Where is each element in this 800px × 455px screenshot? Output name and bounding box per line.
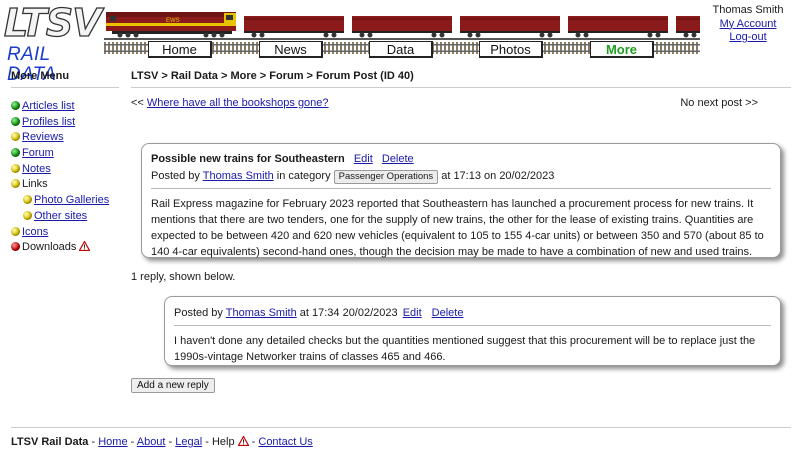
sidebar-item-icons[interactable]: Icons <box>11 225 119 241</box>
footer-separator: - <box>88 436 99 448</box>
footer-home-link[interactable]: Home <box>98 436 127 448</box>
posted-by-label: Posted by <box>151 170 203 182</box>
footer-site-name: LTSV Rail Data <box>11 436 89 448</box>
sidebar-item-notes[interactable]: Notes <box>11 162 119 178</box>
post-body: Rail Express magazine for February 2023 … <box>151 198 764 258</box>
post-title: Possible new trains for Southeastern <box>151 153 345 165</box>
sidebar-title: More Menu <box>11 68 119 88</box>
sidebar-link-reviews[interactable]: Reviews <box>22 131 64 143</box>
nav-tab-news[interactable]: News <box>259 41 323 58</box>
footer-separator: - <box>202 436 212 448</box>
category-badge[interactable]: Passenger Operations <box>333 170 439 184</box>
post-meta: Posted by Thomas Smith in category Passe… <box>151 168 771 189</box>
site-logo[interactable]: LTSV RAIL DATA <box>3 1 104 84</box>
breadcrumb: LTSV > Rail Data > More > Forum > Forum … <box>131 68 791 88</box>
edit-reply-link[interactable]: Edit <box>403 307 422 319</box>
posted-by-label: Posted by <box>174 307 226 319</box>
previous-post-link[interactable]: Where have all the bookshops gone? <box>147 97 329 109</box>
sidebar-item-articles-list[interactable]: Articles list <box>11 99 119 115</box>
footer-separator: - <box>127 436 137 448</box>
reply-post: Posted by Thomas Smith at 17:34 20/02/20… <box>164 296 781 366</box>
yellow-status-dot-icon <box>11 132 20 142</box>
footer-legal-link[interactable]: Legal <box>175 436 202 448</box>
footer: LTSV Rail Data - Home - About - Legal - … <box>11 435 313 449</box>
sidebar-link-icons[interactable]: Icons <box>22 226 48 238</box>
red-status-dot-icon <box>11 242 20 252</box>
footer-about-link[interactable]: About <box>137 436 166 448</box>
post-author-link[interactable]: Thomas Smith <box>203 170 274 182</box>
sidebar-label-links: Links <box>22 178 48 191</box>
reply-count: 1 reply, shown below. <box>131 271 236 283</box>
sidebar-item-forum[interactable]: Forum <box>11 146 119 162</box>
sidebar: More Menu Articles list Profiles list Re… <box>11 68 119 256</box>
sidebar-item-other-sites[interactable]: Other sites <box>11 209 119 225</box>
footer-help-label: Help <box>211 436 235 448</box>
my-account-link[interactable]: My Account <box>720 18 777 30</box>
sidebar-link-profiles-list[interactable]: Profiles list <box>22 116 75 128</box>
sidebar-item-downloads: Downloads <box>11 240 119 256</box>
logo-ltsv-text: LTSV <box>3 1 102 45</box>
delete-post-link[interactable]: Delete <box>382 153 414 165</box>
nav-tab-data[interactable]: Data <box>369 41 433 58</box>
footer-contact-link[interactable]: Contact Us <box>258 436 312 448</box>
main-content: LTSV > Rail Data > More > Forum > Forum … <box>131 68 791 393</box>
sidebar-menu: Articles list Profiles list Reviews Foru… <box>11 99 119 256</box>
logout-link[interactable]: Log-out <box>729 31 766 43</box>
footer-divider <box>11 427 791 428</box>
green-status-dot-icon <box>11 148 20 158</box>
yellow-status-dot-icon <box>23 210 32 220</box>
post-header: Possible new trains for Southeastern Edi… <box>151 152 771 166</box>
yellow-status-dot-icon <box>11 226 20 236</box>
sidebar-link-forum[interactable]: Forum <box>22 147 54 159</box>
sidebar-label-downloads: Downloads <box>22 241 77 254</box>
delete-reply-link[interactable]: Delete <box>432 307 464 319</box>
warning-triangle-icon <box>237 436 249 446</box>
locomotive-image: EWS <box>106 12 236 38</box>
green-status-dot-icon <box>11 116 20 126</box>
sidebar-link-articles-list[interactable]: Articles list <box>22 100 75 112</box>
reply-author-link[interactable]: Thomas Smith <box>226 307 297 319</box>
sidebar-item-photo-galleries[interactable]: Photo Galleries <box>11 193 119 209</box>
yellow-status-dot-icon <box>11 163 20 173</box>
nav-tab-photos[interactable]: Photos <box>479 41 543 58</box>
nav-tab-more[interactable]: More <box>590 41 654 58</box>
green-status-dot-icon <box>11 101 20 110</box>
locomotive-logo-text: EWS <box>166 18 180 24</box>
sidebar-link-other-sites[interactable]: Other sites <box>34 210 87 222</box>
sidebar-item-links: Links <box>11 177 119 193</box>
post-navigation: << Where have all the bookshops gone? No… <box>131 96 791 112</box>
sidebar-item-reviews[interactable]: Reviews <box>11 130 119 146</box>
footer-separator: - <box>248 436 259 448</box>
user-panel: Thomas Smith My Account Log-out <box>696 4 800 45</box>
reply-body: I haven't done any detailed checks but t… <box>174 335 756 363</box>
previous-post-arrow: << <box>131 97 147 109</box>
warning-triangle-icon <box>79 241 91 252</box>
next-post-text: No next post >> <box>680 97 758 109</box>
nav-tab-home[interactable]: Home <box>148 41 212 58</box>
reply-meta: Posted by Thomas Smith at 17:34 20/02/20… <box>174 305 771 326</box>
forum-post: Possible new trains for Southeastern Edi… <box>141 143 781 258</box>
post-time: at 17:13 on 20/02/2023 <box>438 170 555 182</box>
train-banner-image: EWS <box>104 12 700 40</box>
in-category-label: in category <box>273 170 334 182</box>
previous-post: << Where have all the bookshops gone? <box>131 96 329 110</box>
sidebar-item-profiles-list[interactable]: Profiles list <box>11 115 119 131</box>
sidebar-link-photo-galleries[interactable]: Photo Galleries <box>34 194 109 206</box>
edit-post-link[interactable]: Edit <box>354 153 373 165</box>
user-name: Thomas Smith <box>712 4 784 16</box>
reply-time: at 17:34 20/02/2023 <box>296 307 401 319</box>
yellow-status-dot-icon <box>23 195 32 205</box>
sidebar-link-notes[interactable]: Notes <box>22 163 51 175</box>
yellow-status-dot-icon <box>11 179 20 189</box>
add-reply-button[interactable]: Add a new reply <box>131 378 215 393</box>
footer-separator: - <box>165 436 176 448</box>
